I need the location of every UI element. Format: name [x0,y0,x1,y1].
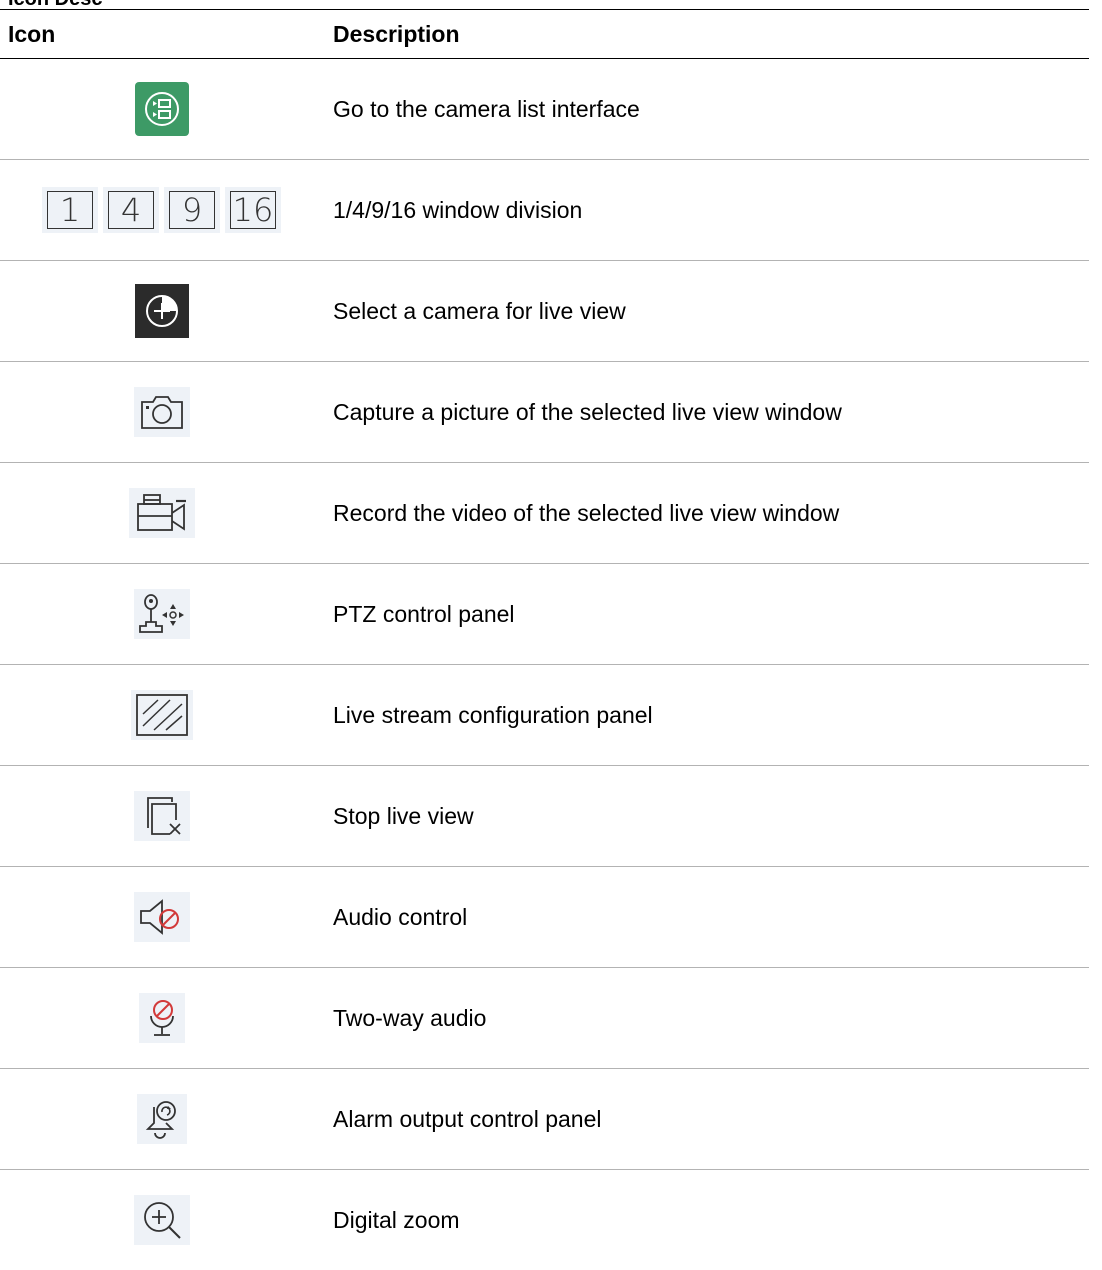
window-division-icon: 1 4 9 16 [42,187,281,233]
row-description: Go to the camera list interface [333,95,640,122]
row-description: PTZ control panel [333,600,515,627]
row-description: Record the video of the selected live vi… [333,499,840,526]
two-way-audio-icon[interactable] [138,993,185,1043]
header-description: Description [333,20,460,47]
icon-table: Icon Description Go to the camera list i… [0,9,1089,1270]
division-1-button[interactable]: 1 [42,187,98,233]
row-description: Alarm output control panel [333,1105,602,1132]
alarm-output-icon[interactable] [136,1094,187,1144]
table-row: Audio control [0,867,1089,968]
row-description: Two-way audio [333,1004,487,1031]
table-row: PTZ control panel [0,564,1089,665]
table-row: 1 4 9 16 1/4/9/16 window division [0,160,1089,261]
capture-icon[interactable] [133,387,190,437]
row-description: Capture a picture of the selected live v… [333,398,842,425]
row-description: Digital zoom [333,1206,460,1233]
audio-control-icon[interactable] [133,892,190,942]
stop-live-view-icon[interactable] [133,791,190,841]
table-row: Digital zoom [0,1170,1089,1270]
table-header: Icon Description [0,10,1089,59]
division-9-button[interactable]: 9 [164,187,220,233]
table-row: Go to the camera list interface [0,59,1089,160]
table-row: Record the video of the selected live vi… [0,463,1089,564]
digital-zoom-icon[interactable] [133,1195,190,1245]
header-icon: Icon [8,20,56,47]
row-description: Select a camera for live view [333,297,626,324]
row-description: Audio control [333,903,468,930]
stream-config-icon[interactable] [130,690,193,740]
table-row: Two-way audio [0,968,1089,1069]
division-16-button[interactable]: 16 [225,187,281,233]
table-row: Capture a picture of the selected live v… [0,362,1089,463]
row-description: Live stream configuration panel [333,701,653,728]
row-description: 1/4/9/16 window division [333,196,583,223]
table-row: Stop live view [0,766,1089,867]
record-icon[interactable] [128,488,195,538]
table-row: Live stream configuration panel [0,665,1089,766]
ptz-icon[interactable] [133,589,190,639]
add-camera-icon[interactable] [134,284,189,338]
table-row: Alarm output control panel [0,1069,1089,1170]
camera-list-icon[interactable] [134,82,189,136]
division-4-button[interactable]: 4 [103,187,159,233]
row-description: Stop live view [333,802,474,829]
table-row: Select a camera for live view [0,261,1089,362]
